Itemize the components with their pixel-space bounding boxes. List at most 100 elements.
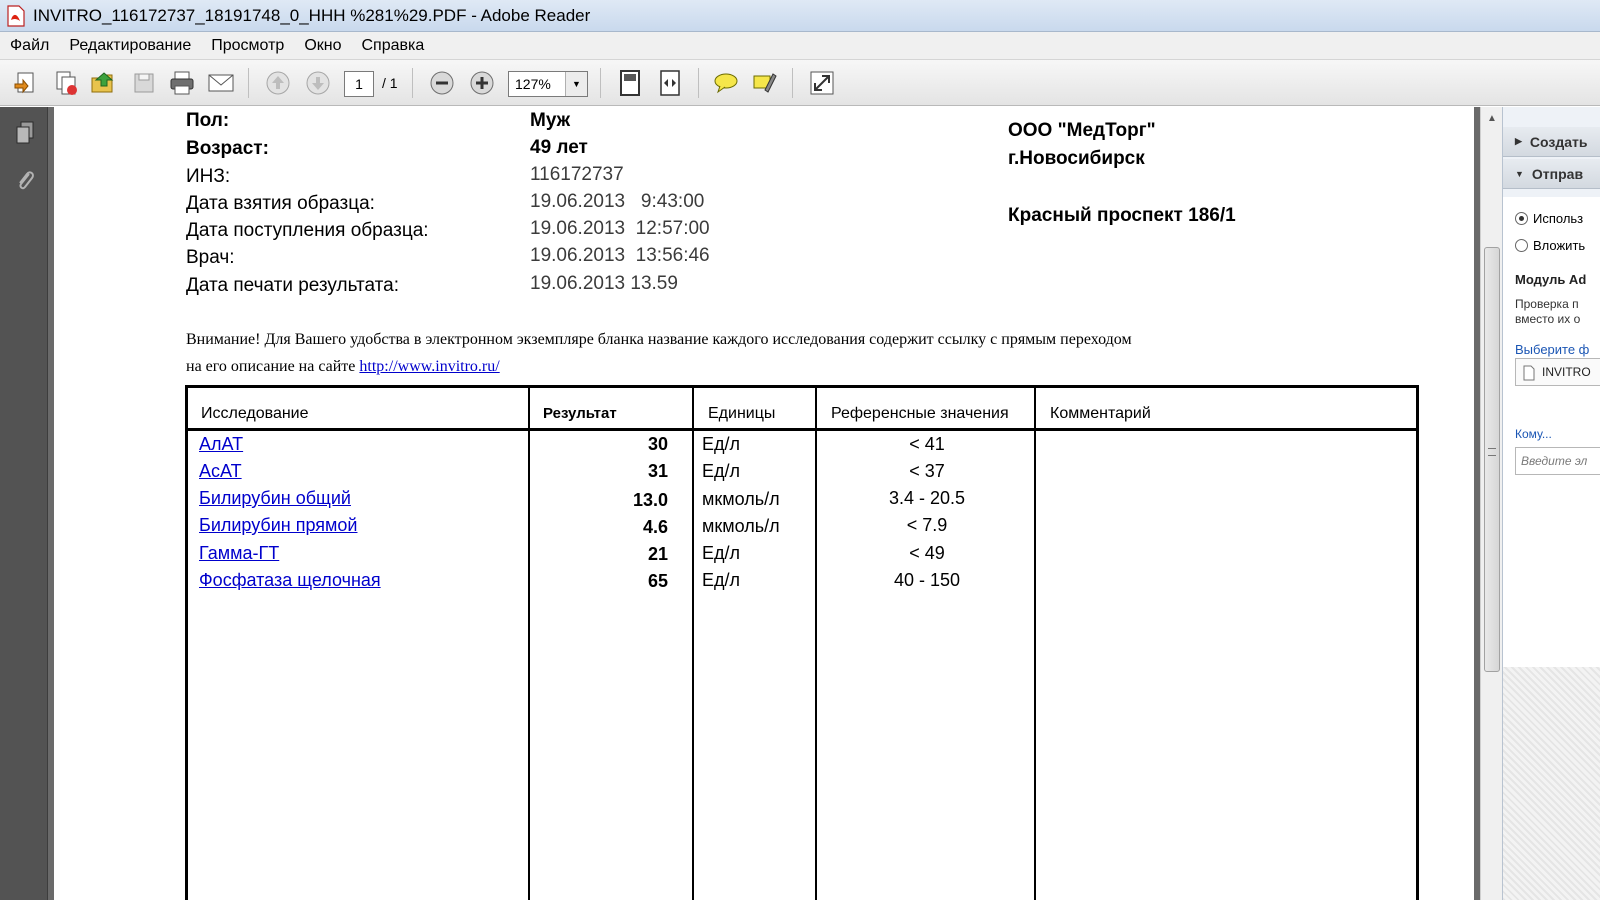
email-icon[interactable]	[205, 68, 237, 98]
age-value: 49 лет	[530, 137, 588, 158]
pdf-page: Пол: Муж Возраст: 49 лет ИНЗ: 116172737 …	[54, 107, 1474, 900]
reference-value: < 49	[909, 543, 945, 563]
menu-window[interactable]: Окно	[294, 37, 351, 55]
menu-help[interactable]: Справка	[352, 37, 435, 55]
age-label: Возраст:	[186, 138, 269, 159]
recipient-input[interactable]: Введите эл	[1515, 447, 1600, 475]
print-icon[interactable]	[166, 68, 198, 98]
module-title: Модуль Ad	[1515, 272, 1587, 287]
print-date-label: Дата печати результата:	[186, 275, 399, 296]
unit-value: Ед/л	[702, 570, 741, 590]
reference-value: < 41	[909, 434, 945, 454]
save-icon[interactable]	[128, 68, 160, 98]
page-number-input[interactable]: 1	[344, 71, 374, 97]
test-ggt-link[interactable]: Гамма-ГТ	[199, 543, 279, 564]
adobe-pdf-icon	[5, 4, 27, 27]
reference-value: 40 - 150	[893, 570, 961, 590]
zoom-in-icon[interactable]	[466, 68, 498, 98]
result-value: 30	[647, 434, 668, 454]
received-date-value: 19.06.2013 12:57:00	[530, 218, 710, 239]
header-test: Исследование	[201, 405, 309, 422]
zoom-select[interactable]: 127% ▼	[508, 71, 588, 97]
highlight-icon[interactable]	[748, 68, 780, 98]
scroll-up-icon[interactable]: ▲	[1481, 107, 1503, 129]
notice-line-2: на его описание на сайте http://www.invi…	[186, 358, 500, 376]
to-link[interactable]: Кому...	[1515, 427, 1552, 441]
lab-name: ООО "МедТорг"	[1008, 120, 1156, 141]
document-viewer[interactable]: Пол: Муж Возраст: 49 лет ИНЗ: 116172737 …	[48, 107, 1480, 900]
test-bilirubin-direct-link[interactable]: Билирубин прямой	[199, 515, 357, 536]
create-section-header[interactable]: ▶ Создать	[1503, 127, 1600, 157]
sex-value: Муж	[530, 110, 571, 131]
menu-edit[interactable]: Редактирование	[59, 37, 201, 55]
scroll-thumb[interactable]	[1484, 247, 1500, 672]
reference-value: < 7.9	[906, 515, 948, 535]
fit-width-icon[interactable]	[654, 68, 686, 98]
result-value: 31	[647, 461, 668, 481]
zoom-value: 127%	[515, 76, 551, 92]
combine-icon[interactable]	[50, 68, 82, 98]
next-page-icon[interactable]	[302, 68, 334, 98]
previous-page-icon[interactable]	[262, 68, 294, 98]
unit-value: мкмоль/л	[702, 516, 780, 536]
inz-value: 116172737	[530, 164, 624, 185]
test-alkaline-phosphatase-link[interactable]: Фосфатаза щелочная	[199, 570, 381, 591]
module-desc-1: Проверка п	[1515, 297, 1579, 311]
sample-date-value: 19.06.2013 9:43:00	[530, 191, 705, 212]
header-divider	[188, 428, 1416, 431]
fullscreen-icon[interactable]	[806, 68, 838, 98]
header-reference: Референсные значения	[831, 405, 1009, 422]
fit-page-icon[interactable]	[614, 68, 646, 98]
pages-icon[interactable]	[12, 119, 38, 147]
page-total: / 1	[382, 75, 398, 91]
panel-background	[1503, 667, 1600, 900]
open-icon[interactable]	[88, 68, 120, 98]
window-title: INVITRO_116172737_18191748_0_HHH %281%29…	[33, 5, 591, 25]
use-radio[interactable]: Использ	[1515, 211, 1583, 226]
test-bilirubin-total-link[interactable]: Билирубин общий	[199, 488, 351, 509]
chevron-right-icon: ▶	[1515, 136, 1522, 146]
test-alat-link[interactable]: АлАТ	[199, 434, 243, 455]
menu-bar: Файл Редактирование Просмотр Окно Справк…	[0, 32, 1600, 60]
notice-line-1: Внимание! Для Вашего удобства в электрон…	[186, 331, 1132, 348]
attachments-icon[interactable]	[12, 167, 38, 195]
result-value: 21	[647, 544, 668, 564]
print-date-value: 19.06.2013 13.59	[530, 273, 678, 294]
lab-address: Красный проспект 186/1	[1008, 205, 1236, 226]
grip-icon	[1488, 448, 1496, 456]
attach-radio[interactable]: Вложить	[1515, 238, 1585, 253]
navigation-pane	[0, 107, 48, 900]
inz-label: ИНЗ:	[186, 166, 231, 187]
menu-view[interactable]: Просмотр	[201, 37, 294, 55]
invitro-link[interactable]: http://www.invitro.ru/	[359, 358, 499, 375]
header-comment: Комментарий	[1050, 405, 1151, 422]
module-desc-2: вместо их о	[1515, 312, 1581, 326]
header-unit: Единицы	[708, 405, 776, 422]
unit-value: Ед/л	[702, 461, 741, 481]
vertical-scrollbar[interactable]: ▲	[1480, 107, 1502, 900]
file-icon	[1522, 364, 1536, 390]
menu-file[interactable]: Файл	[0, 37, 59, 55]
tasks-pane: ▶ Создать ▼ Отправ Использ Вложить Модуль …	[1502, 107, 1600, 900]
unit-value: Ед/л	[702, 434, 741, 454]
result-value: 13.0	[632, 490, 668, 510]
test-asat-link[interactable]: АсАТ	[199, 461, 242, 482]
chevron-down-icon: ▼	[1515, 168, 1524, 179]
attached-file[interactable]: INVITRO	[1515, 358, 1600, 386]
zoom-out-icon[interactable]	[426, 68, 458, 98]
header-result: Результат	[543, 405, 617, 422]
chevron-down-icon[interactable]: ▼	[565, 72, 587, 96]
comment-icon[interactable]	[710, 68, 742, 98]
doctor-label: Врач:	[186, 247, 235, 268]
result-value: 65	[647, 571, 668, 591]
result-value: 4.6	[642, 517, 668, 537]
create-pdf-icon[interactable]	[10, 68, 42, 98]
choose-file-link[interactable]: Выберите ф	[1515, 342, 1589, 357]
received-date-label: Дата поступления образца:	[186, 220, 429, 241]
notice-line-2-text: на его описание на сайте	[186, 358, 360, 375]
reference-value: 3.4 - 20.5	[888, 488, 966, 508]
reference-value: < 37	[909, 461, 945, 481]
unit-value: мкмоль/л	[702, 489, 780, 509]
toolbar: 1 / 1 127% ▼	[0, 60, 1600, 106]
send-section-header[interactable]: ▼ Отправ	[1503, 159, 1600, 189]
